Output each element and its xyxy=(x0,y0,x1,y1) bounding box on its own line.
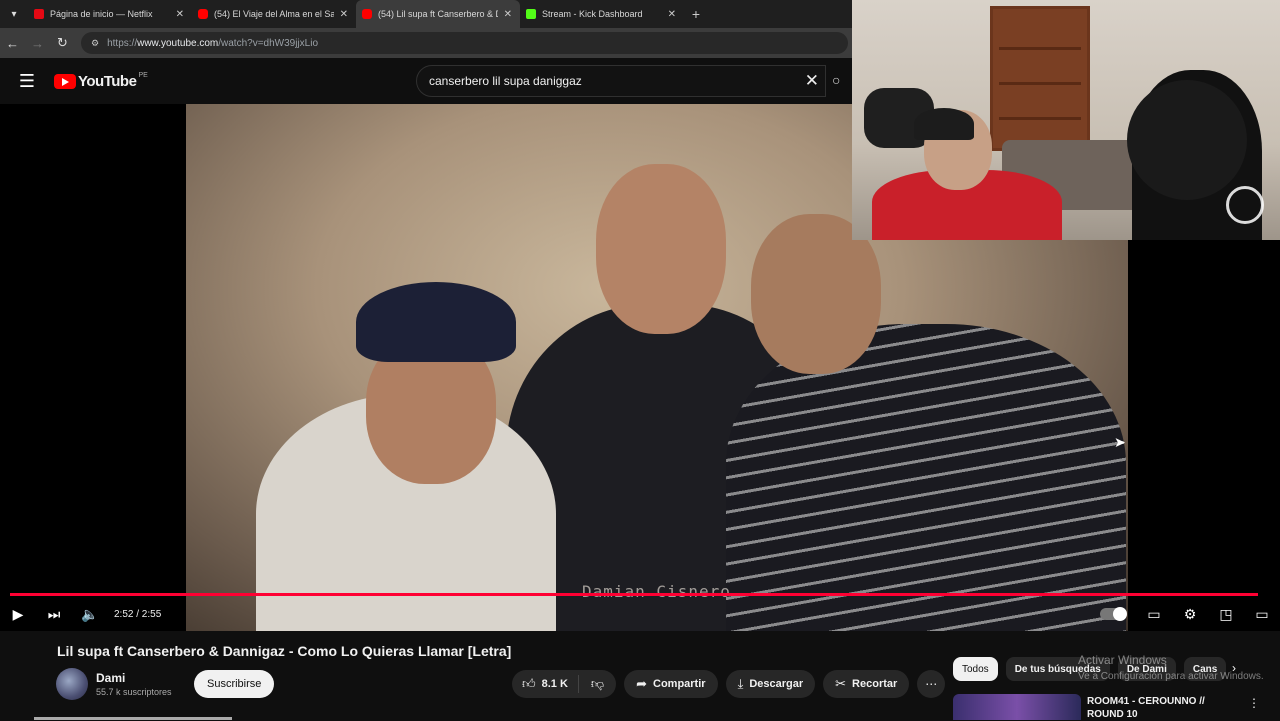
webcam-overlay xyxy=(852,0,1280,240)
channel-name[interactable]: Dami xyxy=(96,671,125,685)
tab-search-button[interactable]: ▾ xyxy=(0,0,28,28)
search-input[interactable]: canserbero lil supa daniggaz ✕ xyxy=(416,65,826,97)
video-info: Lil supa ft Canserbero & Dannigaz - Como… xyxy=(0,631,1280,720)
next-video-icon[interactable]: ⏭ xyxy=(36,606,72,623)
url-host: www.youtube.com xyxy=(137,37,219,49)
menu-hamburger-icon[interactable]: ☰ xyxy=(0,71,54,92)
youtube-logo[interactable]: YouTube PE xyxy=(54,71,148,90)
play-icon[interactable]: ▶ xyxy=(0,606,36,623)
tab-close-icon[interactable]: ✕ xyxy=(668,9,676,20)
channel-avatar[interactable] xyxy=(56,668,88,700)
recommendation-title[interactable]: ROOM41 - CEROUNNO // ROUND 10 xyxy=(1087,695,1237,721)
browser-tab-youtube-1[interactable]: (54) El Viaje del Alma en el Sam ✕ xyxy=(192,0,356,28)
dislike-button[interactable]: 👎︎ xyxy=(579,676,616,692)
browser-tab-netflix[interactable]: Página de inicio — Netflix ✕ xyxy=(28,0,192,28)
kick-favicon-icon xyxy=(526,9,536,19)
subscribe-button[interactable]: Suscribirse xyxy=(194,670,275,698)
back-arrow-icon[interactable]: ← xyxy=(0,36,25,51)
netflix-favicon-icon xyxy=(34,9,44,19)
share-arrow-icon: ➦ xyxy=(636,676,647,691)
thumbs-up-icon: 👍︎ xyxy=(522,676,536,691)
person-left-cap xyxy=(356,282,516,362)
subscriber-count: 55.7 k suscriptores xyxy=(96,687,172,697)
download-button[interactable]: ⤓ Descargar xyxy=(725,670,816,698)
site-info-icon[interactable]: ⚙ xyxy=(91,38,99,49)
search-query: canserbero lil supa daniggaz xyxy=(429,74,582,88)
forward-arrow-icon[interactable]: → xyxy=(25,36,50,51)
theater-mode-icon[interactable]: ▭ xyxy=(1244,606,1280,623)
recommendation-menu-icon[interactable]: ⋮ xyxy=(1248,696,1260,710)
browser-tab-youtube-active[interactable]: (54) Lil supa ft Canserbero & Da ✕ xyxy=(356,0,520,28)
person-right-body xyxy=(726,324,1126,631)
share-label: Compartir xyxy=(653,678,706,690)
like-count: 8.1 K xyxy=(541,678,568,690)
stream-logo-icon xyxy=(1226,186,1264,224)
video-actions: 👍︎ 8.1 K 👎︎ ➦ Compartir ⤓ Descargar ✂ Re… xyxy=(512,670,946,698)
subtitles-icon[interactable]: ▭ xyxy=(1136,606,1172,623)
player-controls: ▶ ⏭ 🔈 2:52 / 2:55 ▭ ⚙ ◳ ▭ xyxy=(0,599,1280,629)
tab-title: Página de inicio — Netflix xyxy=(50,9,153,19)
autoplay-toggle[interactable] xyxy=(1100,607,1127,621)
thumbs-down-icon: 👎︎ xyxy=(590,676,605,691)
chip-all[interactable]: Todos xyxy=(953,657,998,681)
new-tab-plus-icon[interactable]: + xyxy=(684,6,708,22)
youtube-header: ☰ YouTube PE canserbero lil supa danigga… xyxy=(0,58,852,104)
address-bar-row: ← → ↻ ⚙ https://www.youtube.com/watch?v=… xyxy=(0,28,852,58)
youtube-favicon-icon xyxy=(198,9,208,19)
recommendation-thumbnail[interactable] xyxy=(953,694,1081,720)
region-code: PE xyxy=(138,71,148,79)
like-button[interactable]: 👍︎ 8.1 K xyxy=(512,675,579,693)
tab-close-icon[interactable]: ✕ xyxy=(504,9,512,20)
tab-title: (54) Lil supa ft Canserbero & Da xyxy=(378,9,498,19)
tab-title: (54) El Viaje del Alma en el Sam xyxy=(214,9,334,19)
tab-title: Stream - Kick Dashboard xyxy=(542,9,643,19)
youtube-favicon-icon xyxy=(362,9,372,19)
clip-button[interactable]: ✂ Recortar xyxy=(823,670,910,698)
url-path: /watch?v=dhW39jjxLio xyxy=(218,37,319,49)
tab-close-icon[interactable]: ✕ xyxy=(340,9,348,20)
url-scheme: https:// xyxy=(107,37,138,49)
person-center-head xyxy=(596,164,726,334)
settings-gear-icon[interactable]: ⚙ xyxy=(1172,606,1208,623)
cam-person-left-cap xyxy=(914,108,974,140)
clip-label: Recortar xyxy=(852,678,898,690)
share-button[interactable]: ➦ Compartir xyxy=(624,670,718,698)
progress-bar[interactable] xyxy=(10,593,1259,596)
cam-person-right-head xyxy=(1127,80,1247,200)
like-dislike-group: 👍︎ 8.1 K 👎︎ xyxy=(512,670,617,698)
video-title: Lil supa ft Canserbero & Dannigaz - Como… xyxy=(57,643,512,659)
download-icon: ⤓ xyxy=(737,676,744,691)
scissors-icon: ✂ xyxy=(835,676,847,691)
url-input[interactable]: ⚙ https://www.youtube.com/watch?v=dhW39j… xyxy=(81,32,848,54)
windows-activation-watermark: Activar Windows xyxy=(1078,653,1167,667)
youtube-play-logo-icon xyxy=(54,73,76,89)
browser-tab-bar: ▾ Página de inicio — Netflix ✕ (54) El V… xyxy=(0,0,852,28)
mouse-cursor-icon: ➤ xyxy=(1114,434,1126,450)
volume-icon[interactable]: 🔈 xyxy=(72,606,108,623)
reload-icon[interactable]: ↻ xyxy=(50,35,75,51)
miniplayer-icon[interactable]: ◳ xyxy=(1208,606,1244,623)
more-actions-icon[interactable]: ⋯ xyxy=(917,670,946,698)
windows-activation-subtext: Ve a Configuración para activar Windows. xyxy=(1078,671,1264,682)
cam-bookshelf xyxy=(990,6,1090,151)
browser-tab-kick[interactable]: Stream - Kick Dashboard ✕ xyxy=(520,0,684,28)
youtube-wordmark: YouTube xyxy=(78,72,137,90)
time-display: 2:52 / 2:55 xyxy=(114,608,162,620)
clear-search-icon[interactable]: ✕ xyxy=(805,71,819,91)
tab-close-icon[interactable]: ✕ xyxy=(176,9,184,20)
search-icon[interactable]: ○ xyxy=(832,72,840,88)
download-label: Descargar xyxy=(749,678,804,690)
